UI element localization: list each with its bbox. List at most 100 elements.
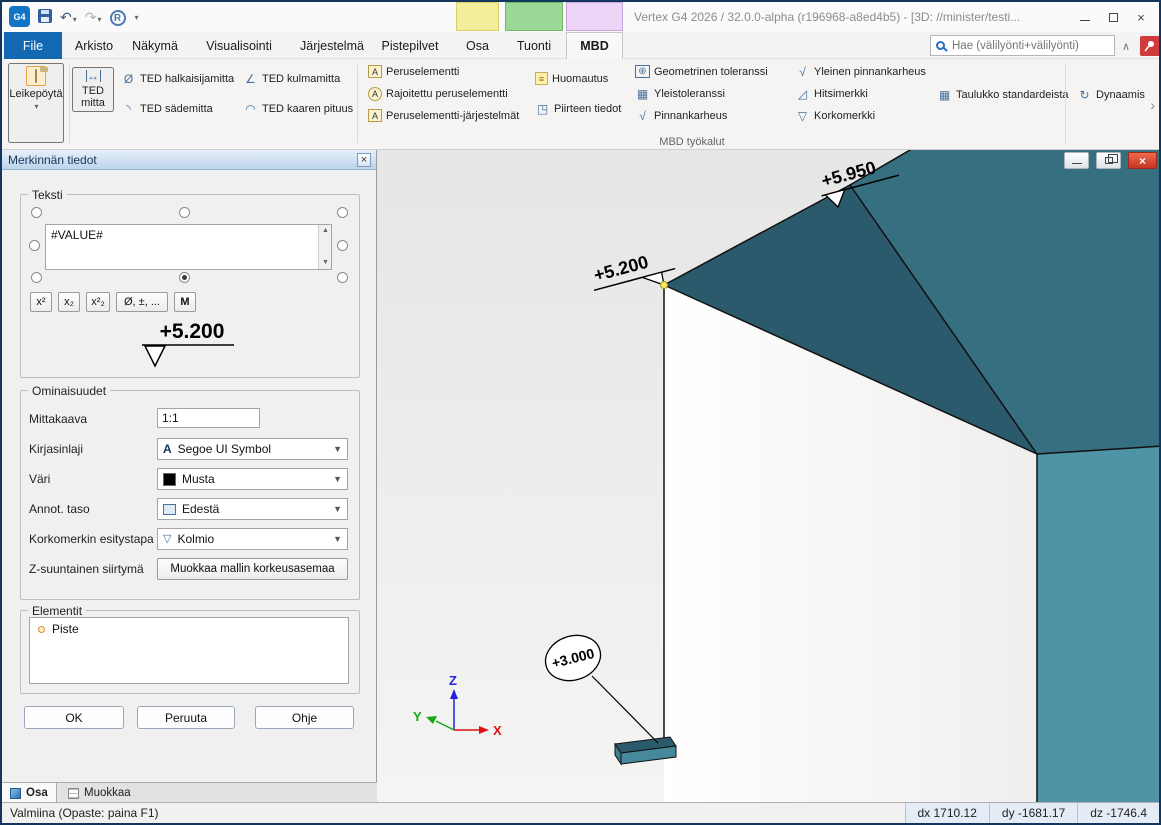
peruuta-button[interactable]: Peruuta xyxy=(137,706,235,729)
titlebar[interactable]: G4 ↶▾ ↷▾ R ▾ Vertex G4 2026 / 32.0.0-alp… xyxy=(2,2,1159,32)
dynamic-icon: ↻ xyxy=(1077,88,1092,102)
close-button[interactable]: × xyxy=(1127,2,1155,32)
anchor-radio-top-left[interactable] xyxy=(31,207,42,218)
peruselementti-jarjestelmat-button[interactable]: A Peruselementti-järjestelmät xyxy=(365,108,522,123)
undo-button[interactable]: ↶▾ xyxy=(56,9,81,26)
menu-mbd[interactable]: MBD xyxy=(566,32,623,59)
save-button[interactable] xyxy=(34,9,56,26)
menu-pistepilvet[interactable]: Pistepilvet xyxy=(376,32,444,59)
pin-button[interactable] xyxy=(1140,36,1160,56)
scroll-up-icon[interactable]: ▲ xyxy=(319,225,332,237)
tab-color-mbd xyxy=(566,2,623,31)
anchor-radio-top-center[interactable] xyxy=(179,207,190,218)
search-box[interactable] xyxy=(930,35,1115,56)
dialog-close-icon: × xyxy=(361,155,367,166)
chevron-down-icon: ▼ xyxy=(333,474,342,484)
viewport-minimize-icon xyxy=(1072,163,1082,164)
piirteen-tiedot-button[interactable]: ◳ Piirteen tiedot xyxy=(532,101,624,117)
scroll-down-icon[interactable]: ▼ xyxy=(319,257,332,269)
ribbon-overflow-arrow[interactable]: › xyxy=(1150,97,1155,113)
anchor-radio-middle-right[interactable] xyxy=(337,240,348,251)
minimize-button[interactable] xyxy=(1071,2,1099,32)
pin-icon xyxy=(1144,40,1156,52)
muokkaa-korkeusasemaa-button[interactable]: Muokkaa mallin korkeusasemaa xyxy=(157,558,348,580)
ted-kulmamitta-button[interactable]: ∠ TED kulmamitta xyxy=(240,71,343,87)
ted-kaaren-pituus-button[interactable]: ◠ TED kaaren pituus xyxy=(240,101,356,117)
subscript-button[interactable]: x₂ xyxy=(58,292,80,312)
menu-nakyma[interactable]: Näkymä xyxy=(126,32,184,59)
model-canvas[interactable]: +5.200 +5.950 +3.000 xyxy=(377,150,1161,802)
korkomerkin-esitystapa-select[interactable]: ▽ Kolmio ▼ xyxy=(157,528,348,550)
chevron-down-icon: ▼ xyxy=(333,534,342,544)
kirjasinlaji-select[interactable]: A Segoe UI Symbol ▼ xyxy=(157,438,348,460)
supersub-button[interactable]: x²₂ xyxy=(86,292,110,312)
tab-osa[interactable]: Osa xyxy=(2,783,57,803)
textarea-scrollbar[interactable]: ▲ ▼ xyxy=(318,225,331,269)
vari-select[interactable]: Musta ▼ xyxy=(157,468,348,490)
annotation-text-input[interactable]: #VALUE# ▲ ▼ xyxy=(45,224,332,270)
symbols-button[interactable]: Ø, ±, ... xyxy=(116,292,168,312)
x-axis-label: X xyxy=(493,723,502,738)
anchor-radio-middle-left[interactable] xyxy=(29,240,40,251)
peruselementti-button[interactable]: A Peruselementti xyxy=(365,64,462,79)
taulukko-standardeista-button[interactable]: ▦ Taulukko standardeista xyxy=(934,87,1072,103)
viewport-close-button[interactable]: × xyxy=(1128,152,1157,169)
annotation-preview: +5.200 xyxy=(20,314,360,372)
ribbon-mbd: Leikepöytä ▾ ↔ TED mitta Ø TED halkaisij… xyxy=(2,59,1159,150)
model-right-wall[interactable] xyxy=(1037,446,1161,802)
3d-viewport[interactable]: +5.200 +5.950 +3.000 xyxy=(377,150,1161,802)
ted-mitta-button[interactable]: ↔ TED mitta xyxy=(72,67,114,112)
search-input[interactable] xyxy=(950,39,1109,53)
maximize-icon xyxy=(1109,13,1118,22)
ribbon-group-label: MBD työkalut xyxy=(362,136,1022,148)
anchor-radio-bottom-right[interactable] xyxy=(337,272,348,283)
menu-arkisto[interactable]: Arkisto xyxy=(66,32,122,59)
statusbar: Valmiina (Opaste: paina F1) dx 1710.12 d… xyxy=(2,802,1159,823)
save-icon xyxy=(38,9,52,23)
ohje-button[interactable]: Ohje xyxy=(255,706,354,729)
anchor-radio-bottom-left[interactable] xyxy=(31,272,42,283)
dynaaminen-button[interactable]: ↻ Dynaamis xyxy=(1074,87,1148,103)
menu-osa[interactable]: Osa xyxy=(456,32,499,59)
bold-button[interactable]: M xyxy=(174,292,196,312)
menu-tuonti[interactable]: Tuonti xyxy=(505,32,563,59)
superscript-button[interactable]: x² xyxy=(30,292,52,312)
record-button[interactable]: R xyxy=(106,8,130,27)
huomautus-button[interactable]: ≡ Huomautus xyxy=(532,71,611,86)
tab-muokkaa[interactable]: Muokkaa xyxy=(60,783,139,803)
clipboard-button[interactable]: Leikepöytä ▾ xyxy=(8,63,64,143)
anchor-radio-top-right[interactable] xyxy=(337,207,348,218)
collapse-ribbon-icon[interactable]: ∧ xyxy=(1122,40,1130,53)
dialog-titlebar[interactable]: Merkinnän tiedot × xyxy=(2,150,376,170)
viewport-minimize-button[interactable] xyxy=(1064,152,1089,169)
annotation-point-marker[interactable] xyxy=(661,282,668,289)
ted-halkaisijamitta-button[interactable]: Ø TED halkaisijamitta xyxy=(118,71,237,87)
geometrinen-toleranssi-button[interactable]: ⊕ Geometrinen toleranssi xyxy=(632,64,771,79)
gdt-frame-icon: ⊕ xyxy=(635,65,650,78)
part-icon xyxy=(10,788,21,799)
mittakaava-input[interactable] xyxy=(157,408,260,428)
qat-customize-button[interactable]: ▾ xyxy=(131,13,143,22)
app-icon[interactable]: G4 xyxy=(9,6,30,27)
redo-button[interactable]: ↷▾ xyxy=(81,9,106,26)
annot-taso-select[interactable]: Edestä ▼ xyxy=(157,498,348,520)
ok-button[interactable]: OK xyxy=(24,706,124,729)
ted-sademitta-button[interactable]: ◝ TED sädemitta xyxy=(118,101,216,117)
menu-visualisointi[interactable]: Visualisointi xyxy=(190,32,288,59)
elementit-list[interactable]: Piste xyxy=(29,617,349,684)
annotation-text-value: #VALUE# xyxy=(51,228,103,242)
pinnankarheus-button[interactable]: √ Pinnankarheus xyxy=(632,108,730,124)
anchor-radio-bottom-center[interactable] xyxy=(179,272,190,283)
yleistoleranssi-button[interactable]: ▦ Yleistoleranssi xyxy=(632,86,728,102)
korkomerkki-button[interactable]: ▽ Korkomerkki xyxy=(792,108,878,124)
menu-file[interactable]: File xyxy=(4,32,62,59)
yleinen-pinnankarheus-button[interactable]: √ Yleinen pinnankarheus xyxy=(792,64,929,80)
maximize-button[interactable] xyxy=(1099,2,1127,32)
undo-icon: ↶ xyxy=(60,9,72,25)
viewport-restore-button[interactable] xyxy=(1096,152,1121,169)
dialog-close-button[interactable]: × xyxy=(357,153,371,167)
list-item-piste[interactable]: Piste xyxy=(30,618,348,640)
hitsimerkki-button[interactable]: ◿ Hitsimerkki xyxy=(792,86,871,102)
rajoitettu-peruselementti-button[interactable]: A Rajoitettu peruselementti xyxy=(365,86,511,102)
menu-jarjestelma[interactable]: Järjestelmä xyxy=(294,32,370,59)
